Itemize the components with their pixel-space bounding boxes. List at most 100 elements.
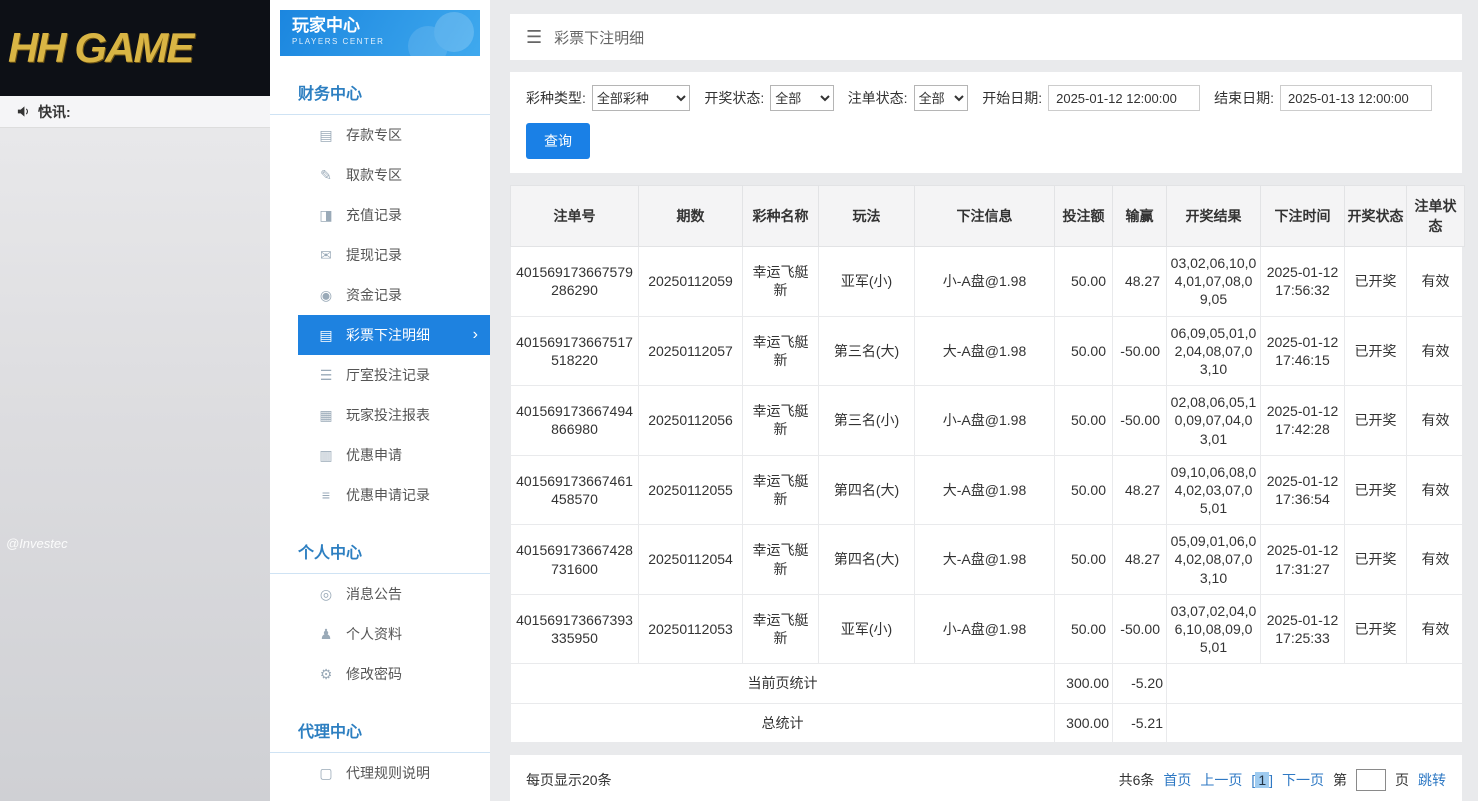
draw-status-label: 开奖状态:: [704, 88, 764, 108]
order-status-select[interactable]: 全部: [914, 85, 969, 111]
sidebar-item-label: 代理规则说明: [346, 763, 430, 783]
sidebar-item-agent-team-stats[interactable]: ▥代理团队统计: [298, 793, 490, 801]
cell-play: 第三名(小): [819, 386, 915, 456]
cell-lottery-name: 幸运飞艇新: [743, 594, 819, 664]
sidebar-item-label: 提现记录: [346, 245, 402, 265]
cell-lottery-name: 幸运飞艇新: [743, 386, 819, 456]
cell-draw-status: 已开奖: [1345, 455, 1407, 525]
cell-draw-result: 03,02,06,10,04,01,07,08,09,05: [1167, 247, 1261, 317]
jump-prefix: 第: [1333, 770, 1347, 790]
summary-win-total: -5.21: [1113, 703, 1167, 742]
brand-header: HH GAME: [0, 0, 270, 96]
page-jump-input[interactable]: [1356, 769, 1386, 791]
player-bet-report-icon: ▦: [318, 407, 334, 424]
search-button[interactable]: 查询: [526, 123, 590, 159]
jump-button[interactable]: 跳转: [1418, 770, 1446, 790]
cell-lottery-name: 幸运飞艇新: [743, 316, 819, 386]
sidebar-item-hall-bet-record[interactable]: ☰厅室投注记录: [298, 355, 490, 395]
cell-order-no: 401569173667494866980: [511, 386, 639, 456]
cell-draw-status: 已开奖: [1345, 247, 1407, 317]
sidebar-item-recharge-record[interactable]: ◨充值记录: [298, 195, 490, 235]
summary-label: 总统计: [511, 703, 1055, 742]
next-page-link[interactable]: 下一页: [1282, 770, 1324, 790]
end-date-input[interactable]: [1280, 85, 1432, 111]
announcement-icon: ◎: [318, 586, 334, 603]
sidebar-item-label: 彩票下注明细: [346, 325, 430, 345]
summary-row: 当前页统计300.00-5.20: [511, 664, 1465, 703]
promo-apply-icon: ▥: [318, 447, 334, 464]
cell-bet-time: 2025-01-12 17:56:32: [1261, 247, 1345, 317]
summary-row: 总统计300.00-5.21: [511, 703, 1465, 742]
column-header-lottery-name: 彩种名称: [743, 186, 819, 247]
current-page[interactable]: [1]: [1251, 772, 1273, 788]
cell-bet-amount: 50.00: [1055, 455, 1113, 525]
sidebar-item-player-bet-report[interactable]: ▦玩家投注报表: [298, 395, 490, 435]
summary-bet-total: 300.00: [1055, 664, 1113, 703]
start-date-input[interactable]: [1048, 85, 1200, 111]
bet-table-panel: 注单号期数彩种名称玩法下注信息投注额输赢开奖结果下注时间开奖状态注单状态 401…: [510, 185, 1462, 743]
sidebar-item-withdraw[interactable]: ✎取款专区: [298, 155, 490, 195]
sidebar-item-label: 修改密码: [346, 664, 402, 684]
news-ticker-bar: 快讯:: [0, 96, 270, 128]
cell-order-status: 有效: [1407, 316, 1465, 386]
cell-order-no: 401569173667579286290: [511, 247, 639, 317]
sidebar-item-promo-apply[interactable]: ▥优惠申请: [298, 435, 490, 475]
sidebar-item-funds-record[interactable]: ◉资金记录: [298, 275, 490, 315]
prev-page-link[interactable]: 上一页: [1200, 770, 1242, 790]
sidebar-item-label: 取款专区: [346, 165, 402, 185]
cell-draw-status: 已开奖: [1345, 594, 1407, 664]
sidebar-item-label: 优惠申请记录: [346, 485, 430, 505]
bracket-close: ]: [1269, 772, 1273, 788]
bet-table-head: 注单号期数彩种名称玩法下注信息投注额输赢开奖结果下注时间开奖状态注单状态: [511, 186, 1465, 247]
cell-draw-result: 03,07,02,04,06,10,08,09,05,01: [1167, 594, 1261, 664]
column-header-issue: 期数: [639, 186, 743, 247]
cell-issue: 20250112054: [639, 525, 743, 595]
column-header-bet-time: 下注时间: [1261, 186, 1345, 247]
cell-bet-time: 2025-01-12 17:31:27: [1261, 525, 1345, 595]
cell-draw-status: 已开奖: [1345, 386, 1407, 456]
column-header-draw-result: 开奖结果: [1167, 186, 1261, 247]
cell-order-no: 401569173667393335950: [511, 594, 639, 664]
sidebar-item-profile[interactable]: ♟个人资料: [298, 614, 490, 654]
summary-win-total: -5.20: [1113, 664, 1167, 703]
summary-empty: [1167, 703, 1465, 742]
pagination: 共6条 首页 上一页 [1] 下一页 第 页 跳转: [1119, 769, 1446, 791]
cell-issue: 20250112053: [639, 594, 743, 664]
column-header-order-no: 注单号: [511, 186, 639, 247]
total-count: 共6条: [1119, 770, 1155, 790]
cell-order-status: 有效: [1407, 525, 1465, 595]
cell-issue: 20250112057: [639, 316, 743, 386]
sidebar-item-withdrawal-record[interactable]: ✉提现记录: [298, 235, 490, 275]
cell-bet-time: 2025-01-12 17:42:28: [1261, 386, 1345, 456]
cell-order-status: 有效: [1407, 594, 1465, 664]
sidebar-item-promo-apply-record[interactable]: ≡优惠申请记录: [298, 475, 490, 515]
lottery-type-select[interactable]: 全部彩种: [592, 85, 691, 111]
cell-issue: 20250112055: [639, 455, 743, 525]
sidebar-item-label: 存款专区: [346, 125, 402, 145]
cell-lottery-name: 幸运飞艇新: [743, 247, 819, 317]
main-content: ☰ 彩票下注明细 彩种类型: 全部彩种 开奖状态: 全部 注单状态: 全部 开始…: [490, 0, 1478, 801]
draw-status-select[interactable]: 全部: [770, 85, 833, 111]
cell-play: 亚军(小): [819, 594, 915, 664]
chevron-right-icon: ›: [473, 326, 478, 344]
table-row: 40156917366757928629020250112059幸运飞艇新亚军(…: [511, 247, 1465, 317]
cell-bet-amount: 50.00: [1055, 594, 1113, 664]
site-logo: HH GAME: [8, 24, 192, 72]
summary-bet-total: 300.00: [1055, 703, 1113, 742]
cell-bet-info: 大-A盘@1.98: [915, 316, 1055, 386]
sidebar-section-title: 财务中心: [270, 72, 490, 115]
first-page-link[interactable]: 首页: [1163, 770, 1191, 790]
cell-play: 第四名(大): [819, 455, 915, 525]
cell-draw-result: 02,08,06,05,10,09,07,04,03,01: [1167, 386, 1261, 456]
topbar: ☰ 彩票下注明细: [510, 14, 1462, 60]
sidebar-item-deposit[interactable]: ▤存款专区: [298, 115, 490, 155]
sidebar-title: 玩家中心: [292, 15, 468, 37]
sidebar-item-label: 消息公告: [346, 584, 402, 604]
sidebar-item-change-password[interactable]: ⚙修改密码: [298, 654, 490, 694]
sidebar-item-lottery-bet-detail[interactable]: ▤彩票下注明细›: [298, 315, 490, 355]
cell-draw-status: 已开奖: [1345, 525, 1407, 595]
cell-bet-amount: 50.00: [1055, 525, 1113, 595]
menu-toggle-icon[interactable]: ☰: [526, 27, 542, 48]
sidebar-item-announcement[interactable]: ◎ 消息公告: [298, 574, 490, 614]
sidebar-item-agent-rules[interactable]: ▢代理规则说明: [298, 753, 490, 793]
